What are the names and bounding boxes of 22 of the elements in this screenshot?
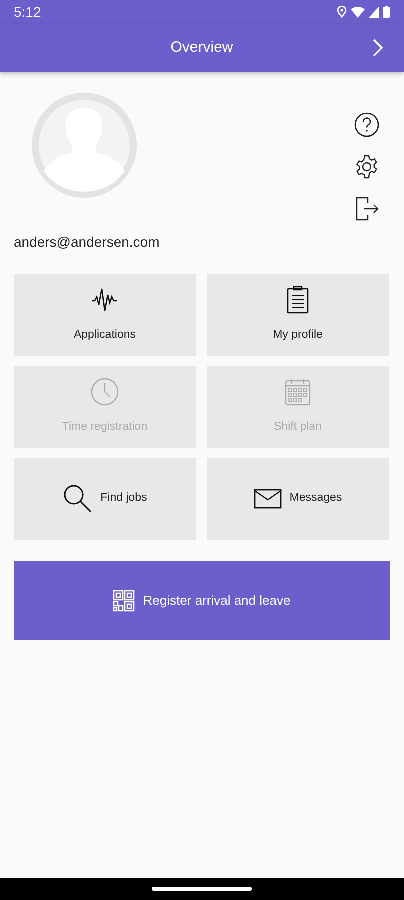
search-icon [62, 484, 93, 514]
qr-code-icon [113, 590, 136, 612]
logout-button[interactable] [354, 196, 380, 222]
calendar-icon [284, 377, 312, 408]
menu-tile[interactable]: My profile [207, 274, 389, 356]
clock-icon [90, 377, 120, 408]
location-icon [337, 6, 347, 18]
clipboard-icon [286, 285, 310, 316]
menu-tile[interactable]: Find jobs [14, 458, 196, 540]
status-time: 5:12 [14, 2, 42, 22]
wifi-icon [351, 6, 365, 18]
user-email: anders@andersen.com [14, 233, 161, 252]
settings-button[interactable] [354, 154, 380, 180]
envelope-icon [254, 488, 282, 510]
screen-title: Overview [170, 38, 234, 58]
signal-icon [369, 6, 379, 18]
menu-tile[interactable]: Applications [14, 274, 196, 356]
battery-icon [383, 6, 390, 18]
avatar-icon [32, 93, 137, 198]
menu-tile[interactable]: Messages [207, 458, 389, 540]
register-button[interactable]: Register arrival and leave [14, 561, 390, 640]
help-button[interactable] [354, 112, 380, 138]
